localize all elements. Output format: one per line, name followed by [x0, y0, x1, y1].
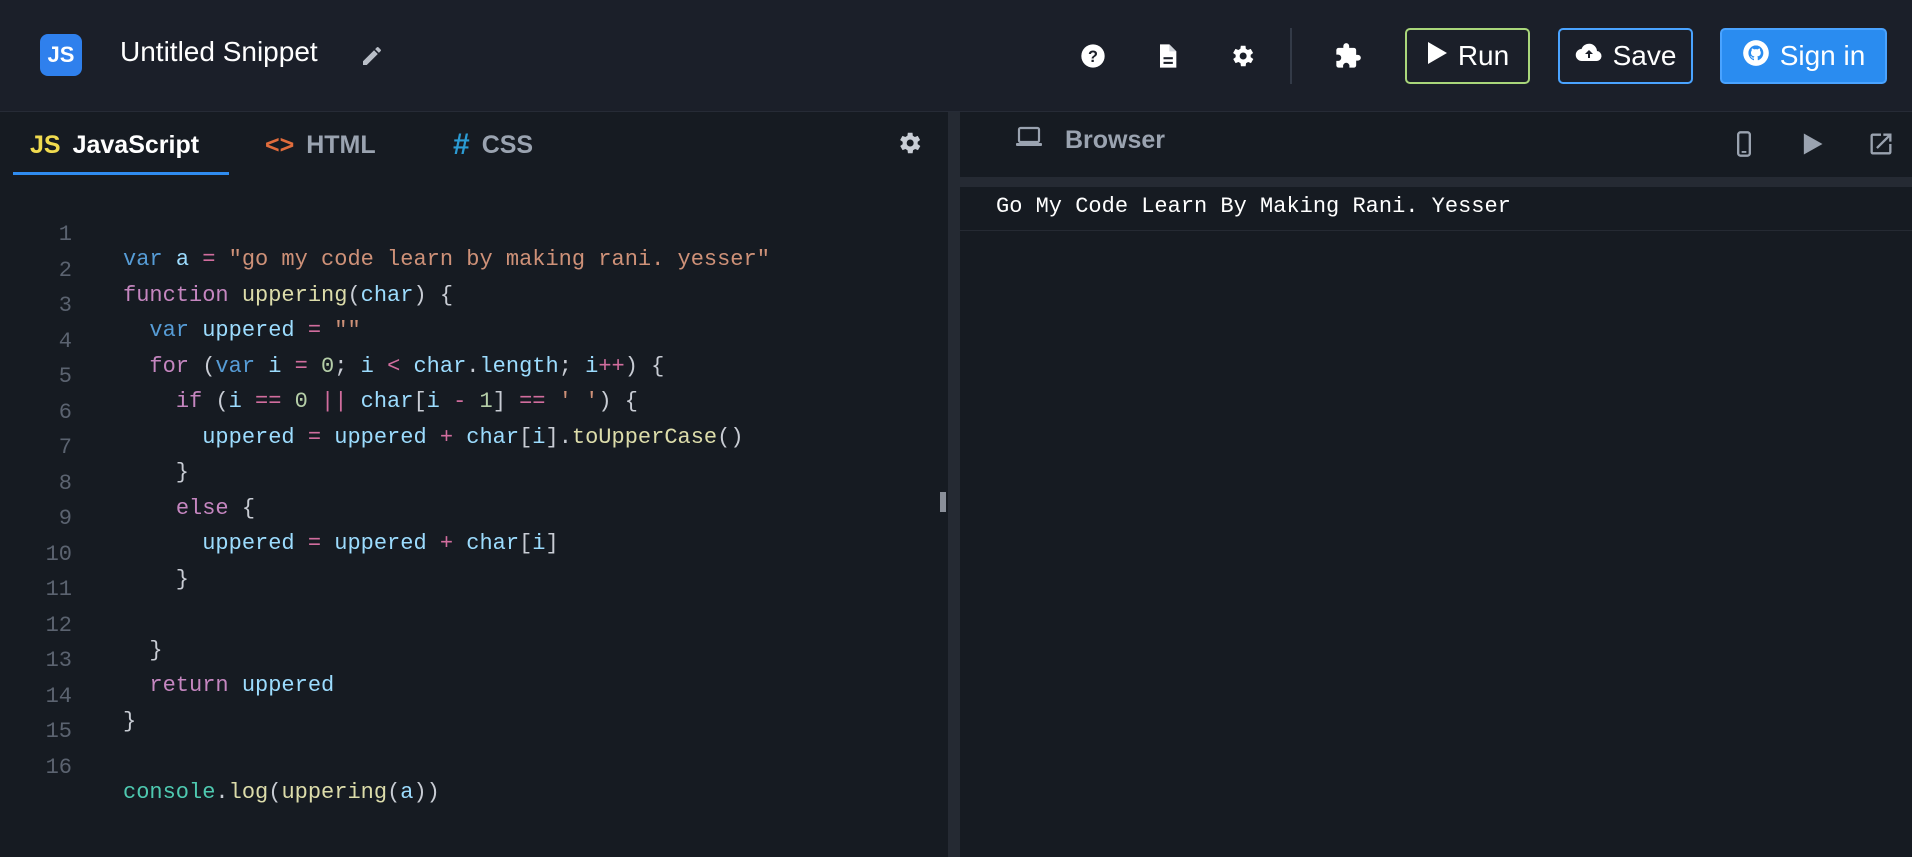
editor-scrollbar-handle[interactable] [940, 492, 946, 512]
code-line: 15 [0, 694, 935, 744]
tab-javascript[interactable]: JS JavaScript [30, 124, 199, 166]
sign-in-label: Sign in [1779, 40, 1866, 71]
pane-splitter[interactable] [948, 112, 960, 857]
mobile-icon[interactable] [1730, 130, 1758, 158]
run-label: Run [1457, 40, 1510, 71]
code-line: 7 } [0, 410, 935, 485]
snippet-title[interactable]: Untitled Snippet [120, 36, 318, 68]
tab-css[interactable]: # CSS [453, 124, 533, 166]
code-text: console.log(uppering(a)) [123, 779, 440, 805]
code-line: 9 uppered = uppered + char[i] [0, 481, 935, 556]
play-icon [1426, 40, 1448, 72]
code-line: 1 var a = "go my code learn by making ra… [0, 197, 935, 272]
code-line: 11 [0, 552, 935, 602]
editor-tabs: JS JavaScript <> HTML # CSS [0, 112, 948, 177]
code-line: 3 var uppered = "" [0, 268, 935, 343]
puzzle-icon[interactable] [1334, 42, 1362, 70]
sign-in-button[interactable]: Sign in [1720, 28, 1887, 84]
code-line: 8 else { [0, 446, 935, 521]
top-bar: JS Untitled Snippet ? Run Save Sign in [0, 0, 1912, 112]
code-line: 6 uppered = uppered + char[i].toUpperCas… [0, 375, 935, 450]
active-tab-indicator [13, 172, 229, 175]
document-icon[interactable] [1153, 42, 1181, 70]
run-button[interactable]: Run [1405, 28, 1530, 84]
svg-text:?: ? [1088, 48, 1098, 66]
browser-pane: Browser Go My Code Learn By Making Rani.… [960, 112, 1912, 857]
code-line: 12 } [0, 588, 935, 663]
js-badge-icon: JS [30, 130, 61, 159]
cloud-upload-icon [1575, 40, 1603, 72]
code-line: 5 if (i == 0 || char[i - 1] == ' ') { [0, 339, 935, 414]
app-logo[interactable]: JS [40, 34, 82, 76]
toolbar-divider [1290, 28, 1292, 84]
browser-header: Browser [960, 112, 1912, 177]
laptop-icon [1015, 126, 1043, 155]
code-line: 10 } [0, 517, 935, 592]
save-label: Save [1612, 40, 1677, 71]
external-link-icon[interactable] [1867, 130, 1895, 158]
code-line: 4 for (var i = 0; i < char.length; i++) … [0, 304, 935, 379]
tab-label: JavaScript [72, 130, 200, 159]
hash-icon: # [453, 128, 470, 161]
code-line: 16 console.log(uppering(a)) [0, 730, 935, 805]
tab-html[interactable]: <> HTML [265, 124, 376, 166]
code-editor[interactable]: 1 var a = "go my code learn by making ra… [0, 197, 935, 837]
console-output-line: Go My Code Learn By Making Rani. Yesser [960, 187, 1912, 231]
code-line: 14 } [0, 659, 935, 734]
code-line: 2 function uppering(char) { [0, 233, 935, 308]
play-icon[interactable] [1798, 130, 1826, 158]
tab-label: HTML [306, 130, 376, 159]
editor-pane: JS JavaScript <> HTML # CSS 1 var a = "g… [0, 112, 948, 857]
browser-tab-label: Browser [1065, 126, 1166, 154]
github-icon [1742, 39, 1770, 74]
line-number: 16 [45, 754, 72, 780]
code-line: 13 return uppered [0, 623, 935, 698]
save-button[interactable]: Save [1558, 28, 1693, 84]
gear-icon[interactable] [895, 129, 923, 157]
pencil-icon[interactable] [360, 44, 384, 68]
code-brackets-icon: <> [265, 130, 295, 159]
browser-separator [960, 177, 1912, 187]
tab-label: CSS [481, 130, 534, 159]
tab-browser[interactable]: Browser [1015, 126, 1165, 155]
help-icon[interactable]: ? [1079, 42, 1107, 70]
gear-icon[interactable] [1228, 42, 1256, 70]
